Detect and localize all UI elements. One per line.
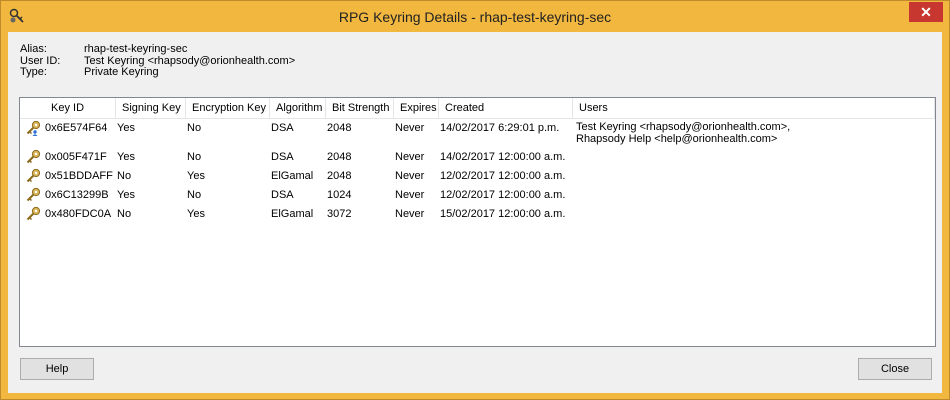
key-icon: [26, 149, 41, 164]
column-header-key-id[interactable]: Key ID: [20, 98, 116, 118]
algorithm-cell: DSA: [271, 189, 294, 201]
algorithm-cell: DSA: [271, 151, 294, 163]
expires-cell: Never: [395, 151, 425, 163]
encryption-key-cell: No: [187, 189, 202, 201]
dialog-window: RPG Keyring Details - rhap-test-keyring-…: [0, 0, 950, 400]
column-header-expires[interactable]: Expires: [394, 98, 439, 118]
column-header-algorithm[interactable]: Algorithm: [270, 98, 326, 118]
key-id-cell: 0x6C13299B: [45, 189, 109, 201]
type-label: Type:: [20, 66, 47, 78]
key-id-cell: 0x51BDDAFF: [45, 170, 113, 182]
key-icon: [26, 206, 41, 221]
column-header-encryption-key[interactable]: Encryption Key: [186, 98, 270, 118]
alias-label: Alias:: [20, 43, 47, 55]
users-cell: Test Keyring <rhapsody@orionhealth.com>,…: [576, 121, 790, 145]
column-header-created[interactable]: Created: [439, 98, 573, 118]
list-header: Key ID Signing Key Encryption Key Algori…: [20, 98, 935, 119]
alias-value: rhap-test-keyring-sec: [84, 43, 188, 55]
close-button[interactable]: Close: [858, 358, 932, 380]
key-id-cell: 0x005F471F: [45, 151, 107, 163]
table-row[interactable]: 0x005F471F Yes No DSA 2048 Never 14/02/2…: [20, 148, 935, 167]
keyring-info: Alias: rhap-test-keyring-sec User ID: Test…: [20, 43, 296, 79]
table-row[interactable]: 0x6E574F64 Yes No DSA 2048 Never 14/02/2…: [20, 119, 935, 147]
created-cell: 12/02/2017 12:00:00 a.m.: [440, 170, 566, 182]
table-row[interactable]: 0x480FDC0A No Yes ElGamal 3072 Never 15/…: [20, 205, 935, 224]
key-icon: [26, 168, 41, 183]
algorithm-cell: ElGamal: [271, 208, 314, 220]
algorithm-cell: ElGamal: [271, 170, 314, 182]
created-cell: 14/02/2017 6:29:01 p.m.: [440, 122, 560, 134]
users-line: Rhapsody Help <help@orionhealth.com>: [576, 133, 778, 145]
key-id-cell: 0x6E574F64: [45, 122, 108, 134]
expires-cell: Never: [395, 122, 425, 134]
expires-cell: Never: [395, 170, 425, 182]
column-header-users[interactable]: Users: [573, 98, 935, 118]
bit-strength-cell: 1024: [327, 189, 352, 201]
encryption-key-cell: Yes: [187, 170, 205, 182]
bit-strength-cell: 2048: [327, 151, 352, 163]
signing-key-cell: No: [117, 208, 132, 220]
key-user-icon: [26, 120, 41, 136]
column-header-bit-strength[interactable]: Bit Strength: [326, 98, 394, 118]
window-title: RPG Keyring Details - rhap-test-keyring-…: [338, 9, 612, 25]
type-row: Type: Private Keyring: [20, 66, 295, 79]
title-bar[interactable]: RPG Keyring Details - rhap-test-keyring-…: [1, 1, 949, 32]
key-id-cell: 0x480FDC0A: [45, 208, 112, 220]
created-cell: 15/02/2017 12:00:00 a.m.: [440, 208, 566, 220]
signing-key-cell: Yes: [117, 122, 135, 134]
type-value: Private Keyring: [84, 66, 159, 78]
created-cell: 12/02/2017 12:00:00 a.m.: [440, 189, 566, 201]
column-header-signing-key[interactable]: Signing Key: [116, 98, 186, 118]
window-close-button[interactable]: ✕: [909, 2, 943, 22]
encryption-key-cell: Yes: [187, 208, 205, 220]
table-row[interactable]: 0x6C13299B Yes No DSA 1024 Never 12/02/2…: [20, 186, 935, 205]
bit-strength-cell: 2048: [327, 170, 352, 182]
bit-strength-cell: 2048: [327, 122, 352, 134]
signing-key-cell: Yes: [117, 151, 135, 163]
signing-key-cell: No: [117, 170, 132, 182]
bit-strength-cell: 3072: [327, 208, 352, 220]
key-icon: [26, 187, 41, 202]
expires-cell: Never: [395, 189, 425, 201]
created-cell: 14/02/2017 12:00:00 a.m.: [440, 151, 566, 163]
encryption-key-cell: No: [187, 151, 202, 163]
encryption-key-cell: No: [187, 122, 202, 134]
expires-cell: Never: [395, 208, 425, 220]
dialog-client-area: Alias: rhap-test-keyring-sec User ID: Test…: [8, 32, 942, 393]
users-line: Test Keyring <rhapsody@orionhealth.com>,: [576, 121, 791, 133]
help-button[interactable]: Help: [20, 358, 94, 380]
table-row[interactable]: 0x51BDDAFF No Yes ElGamal 2048 Never 12/…: [20, 167, 935, 186]
userid-value: Test Keyring <rhapsody@orionhealth.com>: [84, 54, 296, 67]
signing-key-cell: Yes: [117, 189, 135, 201]
keys-list-view[interactable]: Key ID Signing Key Encryption Key Algori…: [19, 97, 936, 347]
algorithm-cell: DSA: [271, 122, 294, 134]
